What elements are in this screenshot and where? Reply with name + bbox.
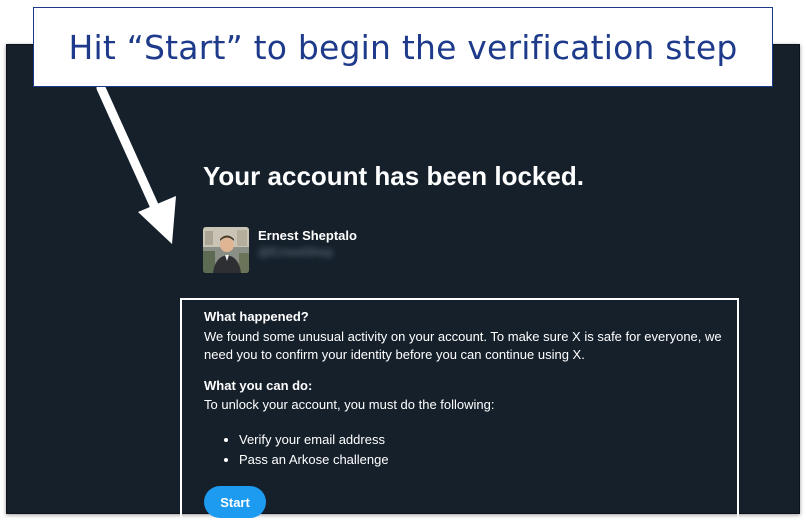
callout-text: Hit “Start” to begin the verification st… [68, 27, 738, 67]
start-button[interactable]: Start [204, 486, 266, 518]
locked-info-box: What happened? We found some unusual act… [180, 298, 739, 526]
user-handle-blurred: @ErnestShep [258, 245, 333, 259]
user-name: Ernest Sheptalo [258, 228, 357, 243]
avatar [203, 227, 249, 273]
what-you-can-do-text: To unlock your account, you must do the … [204, 397, 495, 412]
locked-account-page: Your account has been locked. Ernest She… [6, 44, 800, 526]
what-you-can-do-heading: What you can do: [204, 378, 313, 393]
instruction-callout: Hit “Start” to begin the verification st… [33, 7, 773, 87]
step-verify-email: Verify your email address [239, 430, 389, 450]
step-arkose-challenge: Pass an Arkose challenge [239, 450, 389, 470]
steps-list: Verify your email address Pass an Arkose… [204, 430, 389, 470]
page-title: Your account has been locked. [203, 161, 584, 191]
what-happened-heading: What happened? [204, 309, 309, 324]
what-happened-text: We found some unusual activity on your a… [204, 329, 722, 362]
avatar-photo [203, 227, 249, 273]
